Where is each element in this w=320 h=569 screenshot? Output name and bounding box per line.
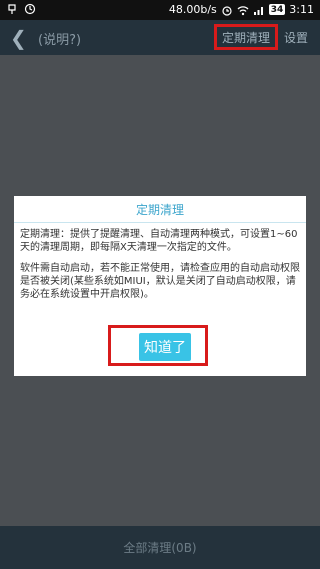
sync-icon: [24, 3, 36, 15]
dialog-paragraph-2: 软件需自动启动，若不能正常使用，请检查应用的自动启动权限是否被关闭(某些系统如M…: [20, 263, 300, 300]
wifi-icon: [237, 5, 249, 15]
settings-button[interactable]: 设置: [284, 29, 308, 46]
clock-time: 3:11: [289, 3, 314, 16]
alarm-icon: [222, 5, 232, 16]
clean-all-button[interactable]: 全部清理(0B): [0, 526, 320, 569]
back-arrow-icon[interactable]: ❮: [10, 26, 27, 50]
status-right: 48.00b/s 34 3:11: [169, 3, 314, 16]
title-bar: ❮ (说明?) 定期清理 设置: [0, 20, 320, 55]
network-speed: 48.00b/s: [168, 3, 217, 16]
schedule-clean-label: 定期清理: [221, 30, 270, 45]
dialog-title: 定期清理: [14, 196, 306, 223]
dialog-paragraph-1: 定期清理：提供了提醒清理、自动清理两种模式，可设置1~60天的清理周期，即每隔X…: [20, 229, 298, 253]
battery-indicator: 34: [268, 4, 286, 15]
page-title: (说明?): [38, 33, 82, 48]
confirm-button[interactable]: 知道了: [139, 333, 191, 361]
schedule-clean-button[interactable]: 定期清理: [214, 24, 278, 50]
status-bar: 48.00b/s 34 3:11: [0, 0, 320, 20]
clean-all-label: 全部清理(0B): [123, 541, 197, 555]
confirm-highlight: 知道了: [108, 325, 208, 366]
usb-debug-icon: [8, 4, 16, 14]
info-dialog: 定期清理 定期清理：提供了提醒清理、自动清理两种模式，可设置1~60天的清理周期…: [14, 196, 306, 376]
signal-icon: [253, 6, 263, 15]
dialog-body: 定期清理：提供了提醒清理、自动清理两种模式，可设置1~60天的清理周期，即每隔X…: [14, 223, 306, 301]
confirm-button-label: 知道了: [144, 340, 186, 356]
status-left: [6, 3, 36, 15]
